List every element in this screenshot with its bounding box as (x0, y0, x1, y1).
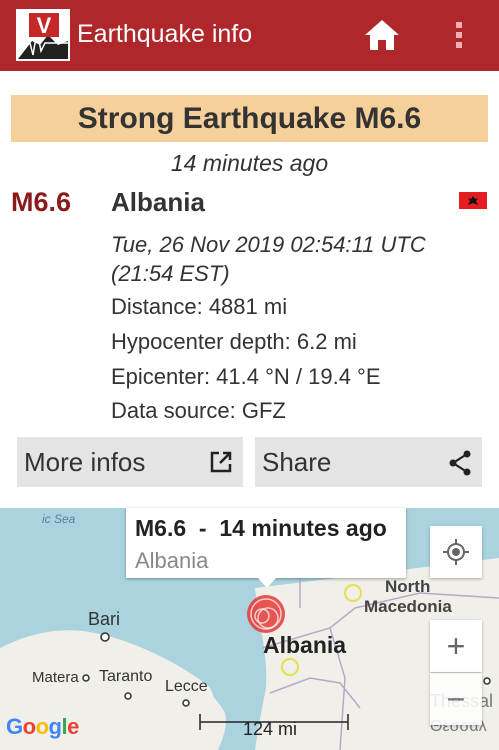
albania-flag-icon (459, 192, 487, 209)
map-label-lecce: Lecce (165, 678, 208, 695)
my-location-icon (443, 539, 469, 565)
open-external-icon (210, 451, 232, 473)
map-label-macedonia: Macedonia (364, 597, 452, 616)
time-ago: 14 minutes ago (170, 150, 329, 176)
alert-banner: Strong Earthquake M6.6 (11, 95, 488, 142)
popup-pointer (258, 578, 276, 588)
map-scale: 124 mi (243, 719, 298, 739)
more-vert-icon (456, 22, 462, 48)
quake-marker[interactable] (247, 595, 285, 633)
distance: Distance: 4881 mi (111, 294, 288, 319)
datetime-utc: Tue, 26 Nov 2019 02:54:11 UTC (111, 232, 426, 257)
app-logo: V (16, 9, 70, 61)
map-label-albania: Albania (263, 632, 347, 658)
home-icon (365, 20, 399, 50)
popup-title: M6.6 - 14 minutes ago (135, 515, 387, 541)
popup-subtitle: Albania (135, 548, 209, 573)
epicenter: Epicenter: 41.4 °N / 19.4 °E (111, 364, 381, 389)
more-infos-label: More infos (24, 446, 146, 477)
datetime-local: (21:54 EST) (111, 261, 230, 286)
event-datetime: Tue, 26 Nov 2019 02:54:11 UTC (21:54 EST… (111, 230, 481, 288)
logo-letter: V (37, 13, 52, 38)
overflow-menu-button[interactable] (444, 15, 474, 55)
map-label-taranto: Taranto (99, 668, 153, 685)
app-title: Earthquake info (77, 20, 253, 48)
google-attribution: Google (6, 714, 79, 739)
map-label-north: North (385, 577, 431, 596)
zoom-out-button[interactable]: − (430, 673, 482, 725)
map-info-popup[interactable]: M6.6 - 14 minutes ago Albania (126, 508, 406, 578)
share-icon (449, 450, 471, 476)
app-bar: V Earthquake info (0, 0, 499, 71)
hypocenter-depth: Hypocenter depth: 6.2 mi (111, 329, 357, 354)
data-source: Data source: GFZ (111, 398, 286, 423)
my-location-button[interactable] (430, 526, 482, 578)
map-label-bari: Bari (88, 609, 121, 629)
map-label-matera: Matera (32, 669, 79, 686)
region-name: Albania (111, 187, 205, 217)
share-label: Share (262, 446, 332, 477)
zoom-in-button[interactable]: + (430, 620, 482, 672)
home-button[interactable] (362, 15, 402, 55)
more-infos-button[interactable]: More infos (17, 437, 243, 487)
share-button[interactable]: Share (255, 437, 482, 487)
alert-banner-text: Strong Earthquake M6.6 (77, 101, 422, 135)
map-label-sea: ic Sea (42, 512, 76, 526)
magnitude: M6.6 (11, 187, 72, 217)
